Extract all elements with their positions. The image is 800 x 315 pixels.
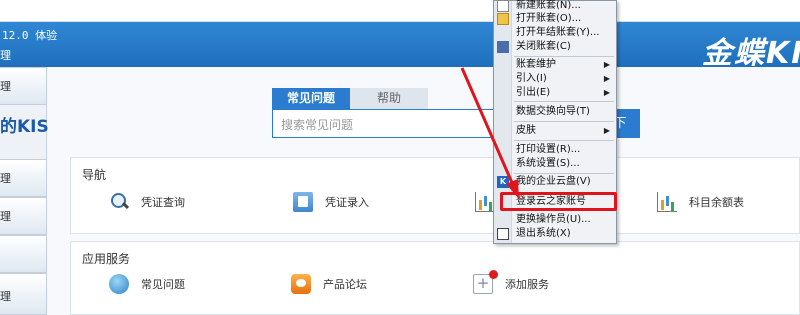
annotation-arrow (460, 67, 519, 199)
arrow-head (506, 179, 519, 199)
arrow-line (460, 67, 515, 186)
